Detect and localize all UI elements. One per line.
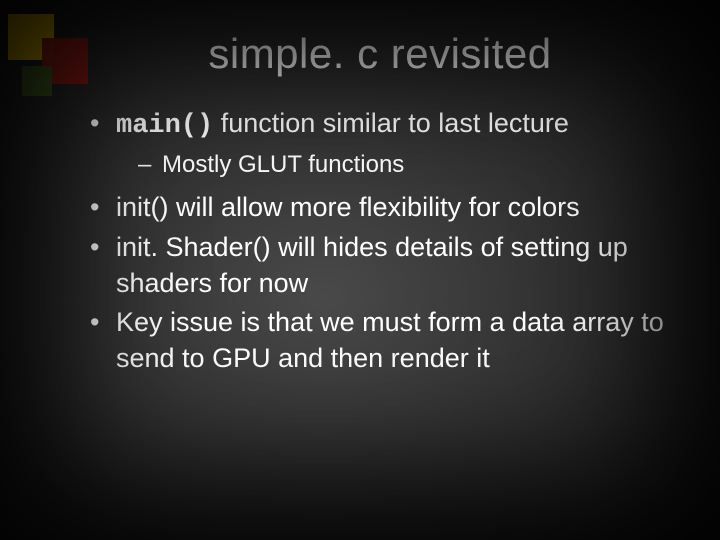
bullet-item-init: init() will allow more flexibility for c…: [90, 190, 670, 226]
bullet-item-initshader: init. Shader() will hides details of set…: [90, 230, 670, 301]
bullet-list: main() function similar to last lecture …: [90, 106, 670, 376]
bullet-item-main-rest: function similar to last lecture: [213, 108, 569, 138]
bullet-item-main: main() function similar to last lecture …: [90, 106, 670, 180]
slide-title: simple. c revisited: [90, 30, 670, 78]
sub-bullet-list: Mostly GLUT functions: [116, 149, 670, 181]
slide-body: simple. c revisited main() function simi…: [0, 0, 720, 540]
code-main: main(): [116, 111, 213, 141]
bullet-item-key-issue: Key issue is that we must form a data ar…: [90, 305, 670, 376]
sub-bullet-glut: Mostly GLUT functions: [116, 149, 670, 181]
